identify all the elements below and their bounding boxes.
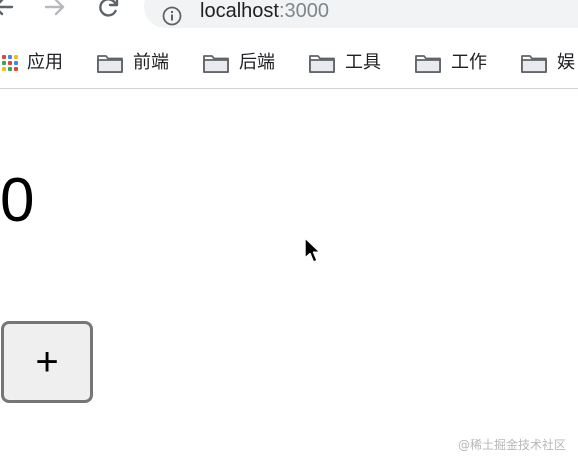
bookmark-label: 前端 [133, 52, 169, 73]
apps-grid-dot [8, 55, 12, 59]
watermark: @稀土掘金技术社区 [457, 438, 566, 452]
back-arrow-icon [0, 0, 14, 16]
bookmark-label: 工具 [345, 52, 381, 73]
folder-icon [203, 55, 229, 73]
bookmark-folder-entertainment[interactable]: 娱 [520, 51, 575, 75]
browser-toolbar: localhost:3000 [0, 0, 578, 38]
folder-icon [309, 55, 335, 73]
folder-icon [415, 55, 441, 73]
forward-arrow-icon [44, 0, 65, 16]
address-bar[interactable]: localhost:3000 [144, 0, 578, 28]
folder-icon [97, 55, 123, 73]
apps-grid-dot [14, 61, 18, 65]
forward-button[interactable] [40, 0, 70, 22]
bookmark-folder-backend[interactable]: 后端 [202, 51, 275, 75]
bookmarks-bar: 应用 前端 后端 工具 工作 娱 [0, 38, 578, 89]
apps-grid-dot [8, 67, 12, 71]
apps-grid-dot [2, 55, 6, 59]
bookmark-label: 后端 [239, 52, 275, 73]
bookmark-folder-work[interactable]: 工作 [414, 51, 487, 75]
back-button[interactable] [0, 0, 18, 22]
reload-button[interactable] [94, 0, 124, 22]
page-content: 0 + [0, 89, 578, 464]
reload-icon [99, 0, 119, 17]
increment-button[interactable]: + [1, 321, 93, 403]
bookmark-label: 应用 [27, 52, 63, 73]
apps-grid-icon [2, 55, 18, 71]
counter-value: 0 [0, 166, 35, 235]
bookmark-label: 娱 [557, 52, 575, 73]
site-info-icon[interactable] [162, 6, 182, 26]
apps-grid-dot [14, 55, 18, 59]
apps-grid-dot [2, 67, 6, 71]
url-text[interactable]: localhost:3000 [200, 0, 329, 23]
bookmark-folder-frontend[interactable]: 前端 [96, 51, 169, 75]
folder-icon [521, 55, 547, 73]
browser-window: localhost:3000 应用 前端 后端 工具 工作 娱 0 + @稀土掘… [0, 0, 578, 464]
bookmark-label: 工作 [451, 52, 487, 73]
bookmark-folder-tools[interactable]: 工具 [308, 51, 381, 75]
apps-grid-dot [8, 61, 12, 65]
bookmark-apps[interactable]: 应用 [2, 51, 63, 75]
url-host: localhost [200, 0, 279, 22]
mouse-cursor-icon [304, 237, 321, 263]
apps-grid-dot [14, 67, 18, 71]
apps-grid-dot [2, 61, 6, 65]
url-port: :3000 [278, 0, 329, 22]
